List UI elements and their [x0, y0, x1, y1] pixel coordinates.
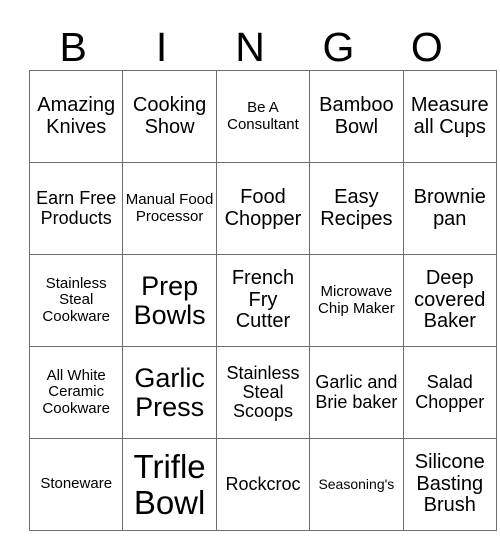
bingo-cell-label: Earn Free Products — [36, 188, 117, 228]
bingo-cell-label: Salad Chopper — [415, 372, 485, 412]
bingo-cell-label: Manual Food Processor — [125, 191, 214, 225]
bingo-row: Stainless Steal Cookware Prep Bowls Fren… — [28, 254, 497, 347]
bingo-cell-b3[interactable]: Stainless Steal Cookware — [28, 254, 124, 347]
bingo-cell-g3[interactable]: Microwave Chip Maker — [309, 254, 404, 347]
bingo-cell-label: Amazing Knives — [37, 94, 116, 138]
bingo-cell-o1[interactable]: Measure all Cups — [402, 70, 497, 163]
bingo-cell-label: Brownie pan — [413, 186, 486, 230]
bingo-cell-label: Bamboo Bowl — [319, 94, 394, 138]
bingo-row: Amazing Knives Cooking Show Be A Consult… — [28, 70, 497, 163]
bingo-cell-label: Cooking Show — [132, 94, 207, 138]
bingo-cell-label: Measure all Cups — [410, 94, 489, 138]
bingo-cell-label: Food Chopper — [224, 186, 302, 230]
bingo-cell-label: Stoneware — [40, 475, 113, 493]
bingo-cell-b5[interactable]: Stoneware — [28, 438, 124, 531]
bingo-cell-i1[interactable]: Cooking Show — [122, 70, 217, 163]
bingo-grid: Amazing Knives Cooking Show Be A Consult… — [28, 70, 497, 531]
bingo-cell-label: Garlic Press — [134, 362, 205, 422]
bingo-cell-label: All White Ceramic Cookware — [42, 367, 110, 417]
bingo-cell-label: Garlic and Brie baker — [315, 372, 398, 412]
bingo-header-letter-n: N — [235, 24, 265, 70]
bingo-cell-o4[interactable]: Salad Chopper — [402, 346, 497, 439]
bingo-cell-g2[interactable]: Easy Recipes — [309, 162, 404, 255]
bingo-cell-n2[interactable]: Food Chopper — [215, 162, 311, 255]
bingo-header-letter-g: G — [322, 24, 355, 70]
bingo-cell-n4[interactable]: Stainless Steal Scoops — [215, 346, 311, 439]
bingo-cell-g1[interactable]: Bamboo Bowl — [309, 70, 404, 163]
bingo-row: Earn Free Products Manual Food Processor… — [28, 162, 497, 255]
bingo-cell-n1[interactable]: Be A Consultant — [215, 70, 311, 163]
bingo-cell-label: Easy Recipes — [320, 186, 393, 230]
bingo-cell-label: Be A Consultant — [227, 99, 299, 133]
bingo-cell-label: Microwave Chip Maker — [318, 283, 395, 317]
bingo-cell-i3[interactable]: Prep Bowls — [122, 254, 217, 347]
bingo-header-letter-i: I — [155, 24, 168, 70]
bingo-cell-label: Silicone Basting Brush — [414, 451, 485, 517]
bingo-cell-label: Rockcroc — [225, 473, 301, 494]
bingo-cell-n5[interactable]: Rockcroc — [215, 438, 311, 531]
bingo-header-row: B I N G O — [29, 8, 471, 70]
bingo-cell-i4[interactable]: Garlic Press — [122, 346, 217, 439]
bingo-cell-label: French Fry Cutter — [231, 267, 295, 333]
bingo-cell-label: Prep Bowls — [133, 270, 206, 330]
bingo-cell-g5[interactable]: Seasoning's — [309, 438, 404, 531]
bingo-cell-o3[interactable]: Deep covered Baker — [402, 254, 497, 347]
bingo-cell-o2[interactable]: Brownie pan — [402, 162, 497, 255]
bingo-cell-label: Stainless Steal Cookware — [42, 275, 110, 325]
bingo-cell-b2[interactable]: Earn Free Products — [28, 162, 124, 255]
bingo-card: B I N G O Amazing Knives Cooking Show Be… — [28, 8, 497, 531]
bingo-cell-i2[interactable]: Manual Food Processor — [122, 162, 217, 255]
bingo-cell-o5[interactable]: Silicone Basting Brush — [402, 438, 497, 531]
bingo-cell-b4[interactable]: All White Ceramic Cookware — [28, 346, 124, 439]
bingo-cell-g4[interactable]: Garlic and Brie baker — [309, 346, 404, 439]
bingo-header-letter-b: B — [59, 24, 87, 70]
bingo-cell-label: Seasoning's — [318, 476, 395, 493]
bingo-cell-i5[interactable]: Trifle Bowl — [122, 438, 217, 531]
bingo-cell-label: Deep covered Baker — [414, 267, 486, 333]
bingo-cell-n3[interactable]: French Fry Cutter — [215, 254, 311, 347]
bingo-cell-label: Trifle Bowl — [133, 448, 206, 521]
bingo-cell-label: Stainless Steal Scoops — [226, 362, 300, 422]
bingo-row: All White Ceramic Cookware Garlic Press … — [28, 346, 497, 439]
bingo-header-letter-o: O — [410, 24, 443, 70]
bingo-cell-b1[interactable]: Amazing Knives — [28, 70, 124, 163]
bingo-row: Stoneware Trifle Bowl Rockcroc Seasoning… — [28, 438, 497, 531]
